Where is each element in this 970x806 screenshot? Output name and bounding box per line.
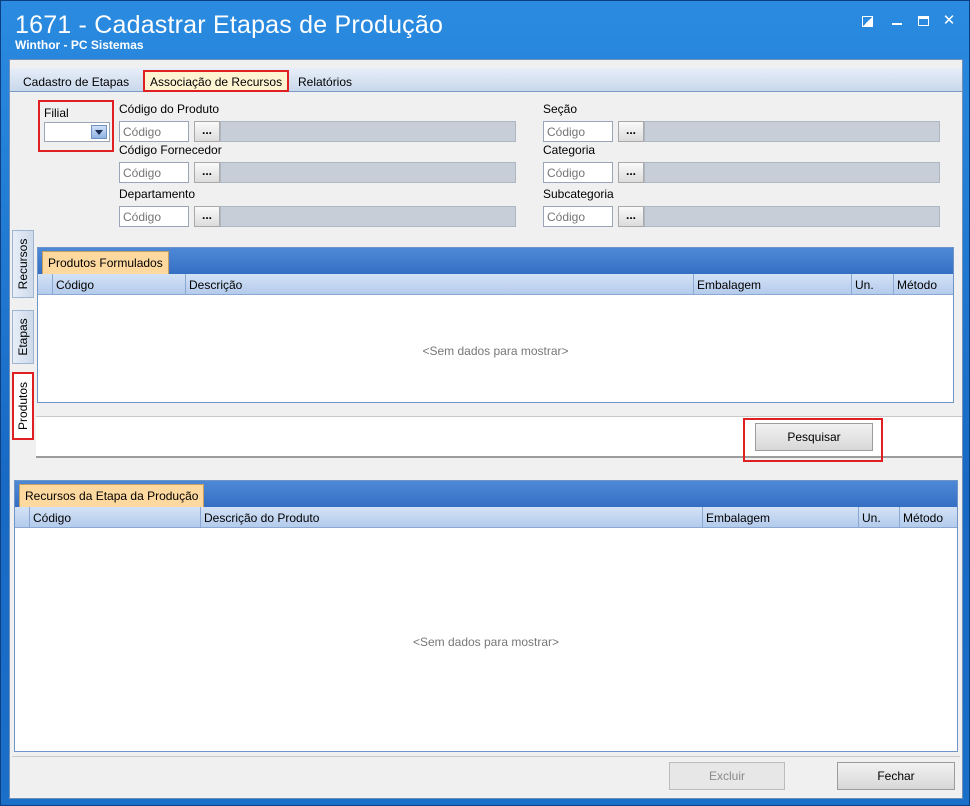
row-indicator-header <box>15 507 29 528</box>
categoria-lookup-button[interactable]: ... <box>618 162 644 183</box>
categoria-input[interactable] <box>543 162 613 183</box>
side-tab-etapas[interactable]: Etapas <box>12 310 34 364</box>
column-header-descricao[interactable]: Descrição <box>185 274 693 295</box>
filial-filter: Filial <box>38 100 114 152</box>
column-header-metodo[interactable]: Método <box>899 507 957 528</box>
tab-recursos-da-etapa[interactable]: Recursos da Etapa da Produção <box>19 484 205 507</box>
secao-label: Seção <box>543 102 578 116</box>
column-header-un[interactable]: Un. <box>851 274 893 295</box>
empty-grid-message: <Sem dados para mostrar> <box>422 344 569 358</box>
pesquisar-highlight <box>743 418 883 462</box>
tab-produtos-formulados[interactable]: Produtos Formulados <box>42 251 169 274</box>
grid-tab-bar: Recursos da Etapa da Produção <box>15 481 957 507</box>
subcategoria-label: Subcategoria <box>543 187 614 201</box>
departamento-description <box>220 206 516 227</box>
close-icon[interactable]: ✕ <box>941 13 957 29</box>
footer-bar <box>12 756 960 796</box>
filial-label: Filial <box>44 106 69 120</box>
column-header-codigo[interactable]: Código <box>52 274 185 295</box>
chevron-down-icon[interactable] <box>91 125 107 139</box>
maximize-icon[interactable] <box>915 13 931 29</box>
codigo-produto-input[interactable] <box>119 121 189 142</box>
secao-description <box>644 121 940 142</box>
column-header-embalagem[interactable]: Embalagem <box>693 274 851 295</box>
application-window: 1671 - Cadastrar Etapas de Produção Wint… <box>0 0 970 806</box>
column-header-metodo[interactable]: Método <box>893 274 953 295</box>
subcategoria-input[interactable] <box>543 206 613 227</box>
side-tab-produtos[interactable]: Produtos <box>12 372 34 440</box>
column-header-embalagem[interactable]: Embalagem <box>702 507 858 528</box>
subcategoria-description <box>644 206 940 227</box>
column-header-codigo[interactable]: Código <box>29 507 200 528</box>
window-title: 1671 - Cadastrar Etapas de Produção <box>15 11 444 39</box>
codigo-produto-description <box>220 121 516 142</box>
recursos-etapa-grid: Recursos da Etapa da Produção Código Des… <box>14 480 958 752</box>
pin-window-icon[interactable] <box>859 13 875 29</box>
window-subtitle: Winthor - PC Sistemas <box>15 38 144 52</box>
filial-combo[interactable] <box>44 122 110 142</box>
side-tab-label: Etapas <box>16 318 30 356</box>
grid-header: Código Descrição Embalagem Un. Método <box>38 274 953 295</box>
row-indicator-header <box>38 274 52 295</box>
subcategoria-lookup-button[interactable]: ... <box>618 206 644 227</box>
fechar-button[interactable]: Fechar <box>837 762 955 790</box>
codigo-produto-lookup-button[interactable]: ... <box>194 121 220 142</box>
column-header-un[interactable]: Un. <box>858 507 899 528</box>
tab-cadastro-de-etapas[interactable]: Cadastro de Etapas <box>18 72 134 91</box>
secao-input[interactable] <box>543 121 613 142</box>
side-tab-label: Produtos <box>16 381 30 431</box>
column-header-descricao-produto[interactable]: Descrição do Produto <box>200 507 702 528</box>
side-tab-label: Recursos <box>16 238 30 290</box>
excluir-button[interactable]: Excluir <box>669 762 785 790</box>
empty-grid-message: <Sem dados para mostrar> <box>412 635 560 649</box>
minimize-icon[interactable] <box>889 13 905 29</box>
codigo-fornecedor-lookup-button[interactable]: ... <box>194 162 220 183</box>
tab-associacao-de-recursos[interactable]: Associação de Recursos <box>143 70 290 92</box>
codigo-fornecedor-input[interactable] <box>119 162 189 183</box>
departamento-input[interactable] <box>119 206 189 227</box>
categoria-label: Categoria <box>543 143 596 157</box>
produtos-formulados-grid: Produtos Formulados Código Descrição Emb… <box>37 247 954 403</box>
side-tab-strip: Recursos Etapas Produtos <box>10 230 36 460</box>
codigo-produto-label: Código do Produto <box>119 102 220 116</box>
categoria-description <box>644 162 940 183</box>
departamento-label: Departamento <box>119 187 196 201</box>
departamento-lookup-button[interactable]: ... <box>194 206 220 227</box>
tab-relatorios[interactable]: Relatórios <box>293 72 357 91</box>
window-client-area: Cadastro de Etapas Associação de Recurso… <box>9 59 963 799</box>
grid-header: Código Descrição do Produto Embalagem Un… <box>15 507 957 528</box>
codigo-fornecedor-label: Código Fornecedor <box>119 143 222 157</box>
codigo-fornecedor-description <box>220 162 516 183</box>
grid-tab-bar: Produtos Formulados <box>38 248 953 274</box>
main-tab-strip: Cadastro de Etapas Associação de Recurso… <box>10 68 962 92</box>
secao-lookup-button[interactable]: ... <box>618 121 644 142</box>
side-tab-recursos[interactable]: Recursos <box>12 230 34 298</box>
